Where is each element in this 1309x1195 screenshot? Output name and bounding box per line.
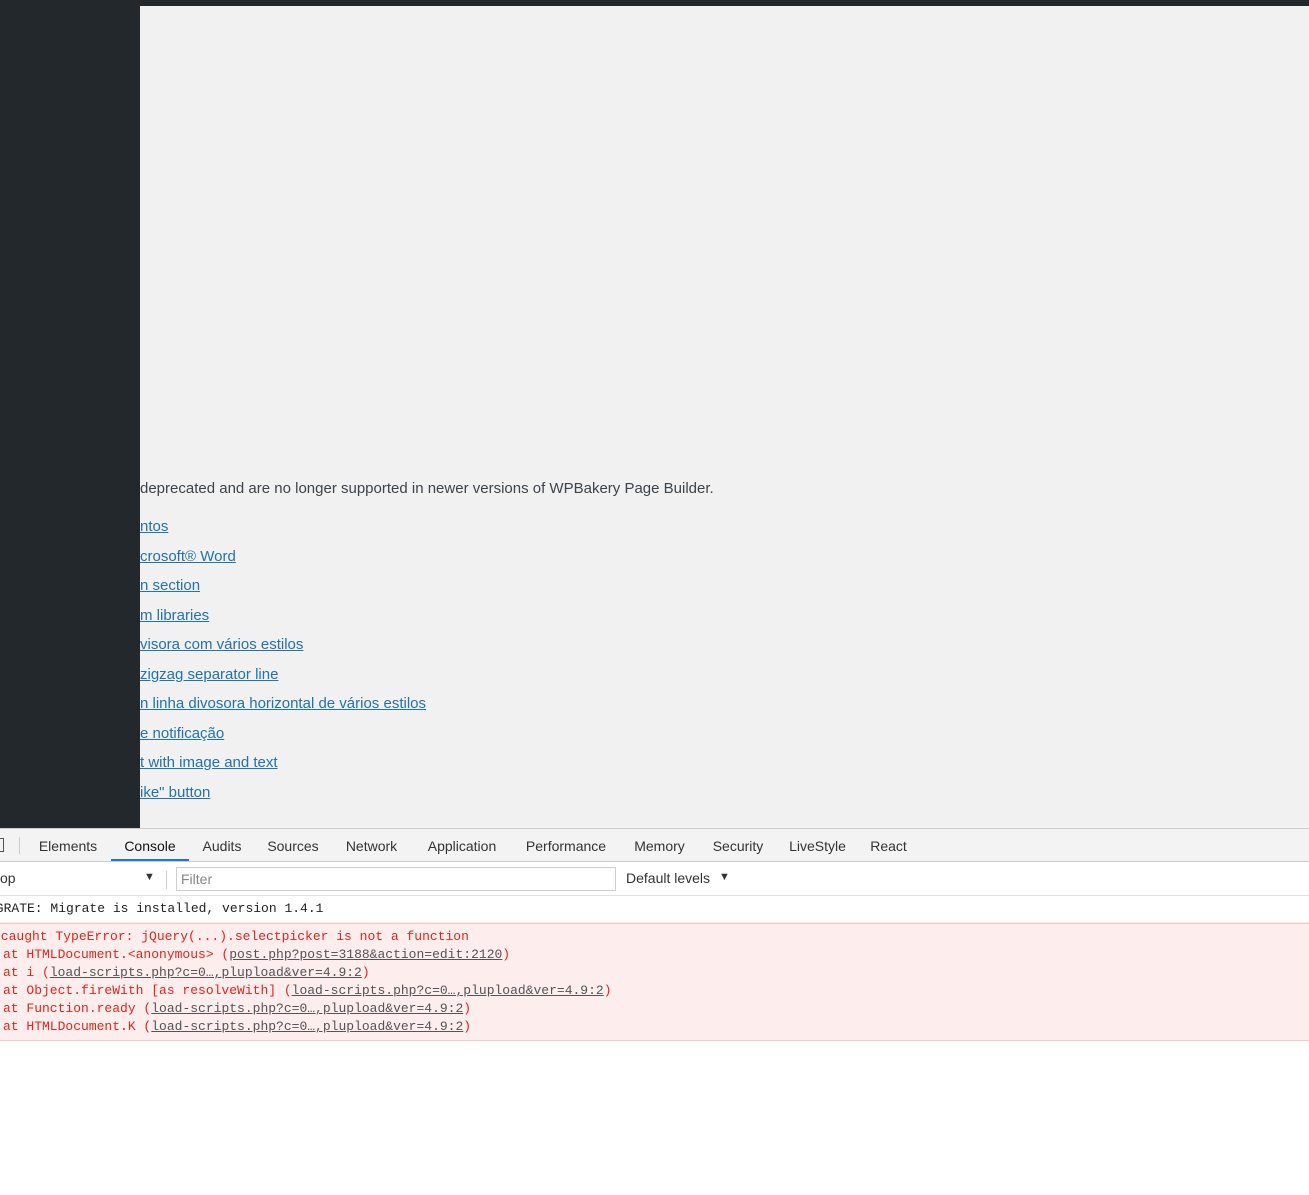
devtools-tab-bar: Elements Console Audits Sources Network … — [0, 828, 1309, 862]
list-item: ike" button — [140, 784, 426, 814]
source-link[interactable]: post.php?post=3188&action=edit:2120 — [229, 947, 502, 962]
admin-sidebar — [0, 0, 140, 828]
list-item: e notificação — [140, 725, 426, 755]
source-link[interactable]: load-scripts.php?c=0…,plupload&ver=4.9:2 — [151, 1019, 463, 1034]
tab-audits[interactable]: Audits — [192, 829, 252, 861]
dock-side-icon[interactable] — [0, 838, 4, 852]
element-link[interactable]: ike" button — [140, 784, 210, 801]
list-item: ntos — [140, 518, 426, 548]
stack-frame: at Object.fireWith [as resolveWith] (loa… — [3, 983, 612, 998]
tab-security[interactable]: Security — [702, 829, 774, 861]
devtools-panel: Elements Console Audits Sources Network … — [0, 828, 1309, 1195]
list-item: n linha divosora horizontal de vários es… — [140, 695, 426, 725]
console-error-message: ncaught TypeError: jQuery(...).selectpic… — [0, 923, 1309, 1041]
list-item: t with image and text — [140, 754, 426, 784]
element-link[interactable]: n linha divosora horizontal de vários es… — [140, 695, 426, 712]
list-item: n section — [140, 577, 426, 607]
stack-frame: at HTMLDocument.<anonymous> (post.php?po… — [3, 947, 511, 962]
chevron-down-icon[interactable]: ▼ — [144, 871, 155, 883]
tab-memory[interactable]: Memory — [622, 829, 697, 861]
element-link[interactable]: e notificação — [140, 725, 224, 742]
tab-livestyle[interactable]: LiveStyle — [779, 829, 856, 861]
tab-console[interactable]: Console — [111, 829, 189, 861]
element-link[interactable]: t with image and text — [140, 754, 278, 771]
console-info-message: IGRATE: Migrate is installed, version 1.… — [0, 896, 1309, 923]
tab-network[interactable]: Network — [334, 829, 409, 861]
tab-react[interactable]: React — [861, 829, 916, 861]
tab-separator — [19, 837, 20, 854]
console-messages: IGRATE: Migrate is installed, version 1.… — [0, 896, 1309, 1041]
console-toolbar: op ▼ Default levels ▼ — [0, 862, 1309, 896]
toolbar-separator — [166, 871, 167, 889]
page-content: deprecated and are no longer supported i… — [140, 6, 1309, 828]
chevron-down-icon[interactable]: ▼ — [719, 871, 730, 883]
tab-application[interactable]: Application — [414, 829, 510, 861]
element-link[interactable]: visora com vários estilos — [140, 636, 303, 653]
list-item: m libraries — [140, 607, 426, 637]
filter-input[interactable] — [176, 867, 616, 891]
tab-sources[interactable]: Sources — [257, 829, 329, 861]
element-link[interactable]: zigzag separator line — [140, 666, 278, 683]
element-link[interactable]: crosoft® Word — [140, 548, 236, 565]
deprecation-notice: deprecated and are no longer supported i… — [140, 480, 714, 497]
list-item: zigzag separator line — [140, 666, 426, 696]
tab-performance[interactable]: Performance — [515, 829, 617, 861]
stack-frame: at Function.ready (load-scripts.php?c=0…… — [3, 1001, 472, 1016]
element-link[interactable]: m libraries — [140, 607, 209, 624]
source-link[interactable]: load-scripts.php?c=0…,plupload&ver=4.9:2 — [292, 983, 604, 998]
error-headline: ncaught TypeError: jQuery(...).selectpic… — [0, 929, 469, 944]
stack-frame: at HTMLDocument.K (load-scripts.php?c=0…… — [3, 1019, 472, 1034]
element-link[interactable]: ntos — [140, 518, 168, 535]
tab-elements[interactable]: Elements — [28, 829, 108, 861]
source-link[interactable]: load-scripts.php?c=0…,plupload&ver=4.9:2 — [151, 1001, 463, 1016]
list-item: crosoft® Word — [140, 548, 426, 578]
source-link[interactable]: load-scripts.php?c=0…,plupload&ver=4.9:2 — [50, 965, 362, 980]
stack-frame: at i (load-scripts.php?c=0…,plupload&ver… — [3, 965, 370, 980]
error-stack: at HTMLDocument.<anonymous> (post.php?po… — [0, 946, 1309, 1036]
levels-selector[interactable]: Default levels — [626, 870, 710, 886]
context-selector[interactable]: op — [0, 870, 16, 886]
element-link[interactable]: n section — [140, 577, 200, 594]
list-item: visora com vários estilos — [140, 636, 426, 666]
element-link-list: ntos crosoft® Word n section m libraries… — [140, 518, 426, 813]
